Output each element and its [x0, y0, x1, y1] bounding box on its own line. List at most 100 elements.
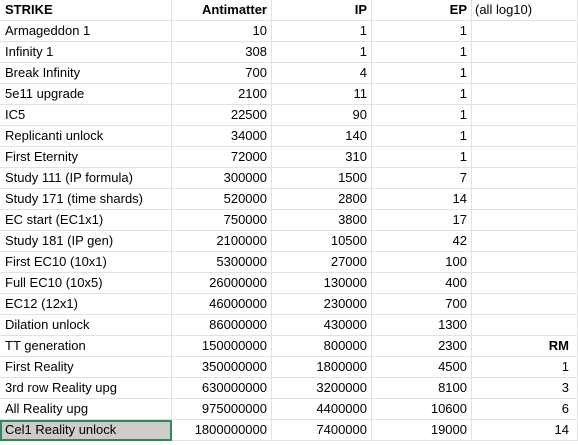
- rm-cell[interactable]: [472, 42, 578, 63]
- name-cell[interactable]: Armageddon 1: [0, 21, 172, 42]
- name-cell[interactable]: First Eternity: [0, 147, 172, 168]
- ip-cell[interactable]: 90: [272, 105, 372, 126]
- header-cell-strike[interactable]: STRIKE: [0, 0, 172, 21]
- ep-cell[interactable]: 1: [372, 63, 472, 84]
- ep-cell[interactable]: 100: [372, 252, 472, 273]
- ep-cell[interactable]: 1: [372, 105, 472, 126]
- ep-cell[interactable]: 10600: [372, 399, 472, 420]
- antimatter-cell[interactable]: 26000000: [172, 273, 272, 294]
- ip-cell[interactable]: 1800000: [272, 357, 372, 378]
- name-cell[interactable]: EC start (EC1x1): [0, 210, 172, 231]
- name-cell[interactable]: Dilation unlock: [0, 315, 172, 336]
- rm-cell[interactable]: 3: [472, 378, 578, 399]
- ep-cell[interactable]: 1: [372, 21, 472, 42]
- ep-cell[interactable]: 42: [372, 231, 472, 252]
- header-cell-ep[interactable]: EP: [372, 0, 472, 21]
- name-cell[interactable]: 3rd row Reality upg: [0, 378, 172, 399]
- ep-cell[interactable]: 700: [372, 294, 472, 315]
- name-cell[interactable]: First Reality: [0, 357, 172, 378]
- rm-cell[interactable]: [472, 189, 578, 210]
- ip-cell[interactable]: 430000: [272, 315, 372, 336]
- selected-cell[interactable]: Cel1 Reality unlock: [0, 420, 172, 441]
- ep-cell[interactable]: 14: [372, 189, 472, 210]
- name-cell[interactable]: Study 111 (IP formula): [0, 168, 172, 189]
- antimatter-cell[interactable]: 750000: [172, 210, 272, 231]
- rm-cell[interactable]: RM: [472, 336, 578, 357]
- name-cell[interactable]: 5e11 upgrade: [0, 84, 172, 105]
- rm-cell[interactable]: 6: [472, 399, 578, 420]
- ep-cell[interactable]: 19000: [372, 420, 472, 441]
- ep-cell[interactable]: 8100: [372, 378, 472, 399]
- name-cell[interactable]: Full EC10 (10x5): [0, 273, 172, 294]
- antimatter-cell[interactable]: 975000000: [172, 399, 272, 420]
- rm-cell[interactable]: 14: [472, 420, 578, 441]
- rm-cell[interactable]: [472, 105, 578, 126]
- antimatter-cell[interactable]: 308: [172, 42, 272, 63]
- rm-cell[interactable]: [472, 210, 578, 231]
- name-cell[interactable]: First EC10 (10x1): [0, 252, 172, 273]
- ip-cell[interactable]: 3800: [272, 210, 372, 231]
- rm-cell[interactable]: [472, 84, 578, 105]
- name-cell[interactable]: EC12 (12x1): [0, 294, 172, 315]
- rm-cell[interactable]: [472, 126, 578, 147]
- ip-cell[interactable]: 27000: [272, 252, 372, 273]
- rm-cell[interactable]: [472, 168, 578, 189]
- antimatter-cell[interactable]: 86000000: [172, 315, 272, 336]
- ip-cell[interactable]: 1500: [272, 168, 372, 189]
- antimatter-cell[interactable]: 10: [172, 21, 272, 42]
- antimatter-cell[interactable]: 2100000: [172, 231, 272, 252]
- ip-cell[interactable]: 2800: [272, 189, 372, 210]
- ep-cell[interactable]: 7: [372, 168, 472, 189]
- rm-cell[interactable]: [472, 273, 578, 294]
- name-cell[interactable]: Break Infinity: [0, 63, 172, 84]
- name-cell[interactable]: Study 171 (time shards): [0, 189, 172, 210]
- name-cell[interactable]: Replicanti unlock: [0, 126, 172, 147]
- ep-cell[interactable]: 4500: [372, 357, 472, 378]
- ep-cell[interactable]: 1: [372, 84, 472, 105]
- name-cell[interactable]: All Reality upg: [0, 399, 172, 420]
- ep-cell[interactable]: 17: [372, 210, 472, 231]
- name-cell[interactable]: TT generation: [0, 336, 172, 357]
- header-cell-antimatter[interactable]: Antimatter: [172, 0, 272, 21]
- ep-cell[interactable]: 2300: [372, 336, 472, 357]
- name-cell[interactable]: IC5: [0, 105, 172, 126]
- antimatter-cell[interactable]: 700: [172, 63, 272, 84]
- header-cell-ip[interactable]: IP: [272, 0, 372, 21]
- ip-cell[interactable]: 1: [272, 42, 372, 63]
- ip-cell[interactable]: 4400000: [272, 399, 372, 420]
- rm-cell[interactable]: [472, 231, 578, 252]
- ip-cell[interactable]: 230000: [272, 294, 372, 315]
- ip-cell[interactable]: 130000: [272, 273, 372, 294]
- header-note-cell[interactable]: (all log10): [472, 0, 578, 21]
- ip-cell[interactable]: 310: [272, 147, 372, 168]
- ep-cell[interactable]: 1: [372, 42, 472, 63]
- ep-cell[interactable]: 1: [372, 126, 472, 147]
- antimatter-cell[interactable]: 72000: [172, 147, 272, 168]
- ip-cell[interactable]: 10500: [272, 231, 372, 252]
- rm-cell[interactable]: [472, 252, 578, 273]
- antimatter-cell[interactable]: 1800000000: [172, 420, 272, 441]
- antimatter-cell[interactable]: 46000000: [172, 294, 272, 315]
- antimatter-cell[interactable]: 5300000: [172, 252, 272, 273]
- ip-cell[interactable]: 3200000: [272, 378, 372, 399]
- ip-cell[interactable]: 7400000: [272, 420, 372, 441]
- antimatter-cell[interactable]: 34000: [172, 126, 272, 147]
- ep-cell[interactable]: 1: [372, 147, 472, 168]
- rm-cell[interactable]: [472, 315, 578, 336]
- ip-cell[interactable]: 1: [272, 21, 372, 42]
- rm-cell[interactable]: [472, 147, 578, 168]
- ep-cell[interactable]: 1300: [372, 315, 472, 336]
- rm-cell[interactable]: [472, 63, 578, 84]
- antimatter-cell[interactable]: 150000000: [172, 336, 272, 357]
- antimatter-cell[interactable]: 520000: [172, 189, 272, 210]
- rm-cell[interactable]: 1: [472, 357, 578, 378]
- name-cell[interactable]: Study 181 (IP gen): [0, 231, 172, 252]
- antimatter-cell[interactable]: 630000000: [172, 378, 272, 399]
- ip-cell[interactable]: 4: [272, 63, 372, 84]
- rm-cell[interactable]: [472, 294, 578, 315]
- name-cell[interactable]: Infinity 1: [0, 42, 172, 63]
- ip-cell[interactable]: 11: [272, 84, 372, 105]
- antimatter-cell[interactable]: 22500: [172, 105, 272, 126]
- ep-cell[interactable]: 400: [372, 273, 472, 294]
- antimatter-cell[interactable]: 350000000: [172, 357, 272, 378]
